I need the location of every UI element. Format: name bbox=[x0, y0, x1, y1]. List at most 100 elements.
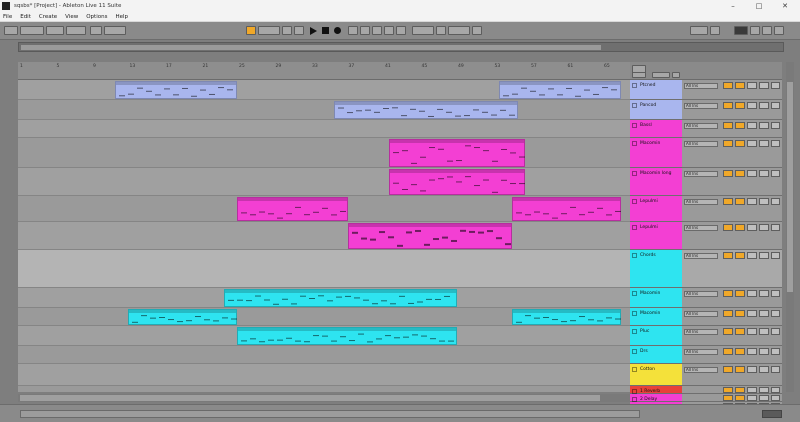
midi-clip[interactable] bbox=[334, 101, 518, 119]
solo-button[interactable] bbox=[747, 395, 757, 401]
midi-clip[interactable] bbox=[128, 309, 237, 325]
track-input-select[interactable]: All Ins bbox=[684, 83, 718, 89]
volume-field[interactable] bbox=[723, 82, 733, 89]
track-activator-button[interactable] bbox=[735, 170, 745, 177]
track-activator-button[interactable] bbox=[735, 310, 745, 317]
solo-button[interactable] bbox=[747, 140, 757, 147]
track-header[interactable]: Lepulmi All Ins bbox=[630, 222, 782, 250]
arm-button[interactable] bbox=[759, 122, 769, 129]
track-fold-icon[interactable] bbox=[632, 225, 637, 230]
track-activator-button[interactable] bbox=[735, 198, 745, 205]
monitor-button[interactable] bbox=[771, 366, 780, 373]
track-name[interactable]: Pluc bbox=[630, 326, 682, 345]
horizontal-scroll-thumb[interactable] bbox=[20, 395, 600, 401]
solo-button[interactable] bbox=[747, 310, 757, 317]
track-input-select[interactable]: All Ins bbox=[684, 349, 718, 355]
track-header[interactable]: Pancod All Ins bbox=[630, 100, 782, 120]
monitor-button[interactable] bbox=[771, 252, 780, 259]
track-name[interactable]: Macomin bbox=[630, 288, 682, 307]
track-name[interactable]: 2 Delay bbox=[630, 394, 682, 402]
time-signature-field[interactable] bbox=[46, 26, 64, 35]
track-name[interactable]: Chords bbox=[630, 250, 682, 287]
midi-clip[interactable] bbox=[237, 197, 348, 221]
arm-button[interactable] bbox=[759, 224, 769, 231]
monitor-button[interactable] bbox=[771, 198, 780, 205]
arrangement-position-field[interactable] bbox=[258, 26, 280, 35]
record-icon[interactable] bbox=[334, 27, 341, 34]
track-activator-button[interactable] bbox=[735, 366, 745, 373]
monitor-button[interactable] bbox=[771, 395, 780, 401]
solo-button[interactable] bbox=[747, 82, 757, 89]
track-fold-icon[interactable] bbox=[632, 123, 637, 128]
track-activator-button[interactable] bbox=[735, 224, 745, 231]
track-lane[interactable] bbox=[18, 346, 630, 364]
track-activator-button[interactable] bbox=[735, 122, 745, 129]
track-header[interactable]: Ptcned All Ins bbox=[630, 80, 782, 100]
arm-button[interactable] bbox=[759, 82, 769, 89]
menu-file[interactable]: File bbox=[3, 14, 12, 20]
track-input-select[interactable]: All Ins bbox=[684, 367, 718, 373]
track-name[interactable]: Drs bbox=[630, 346, 682, 363]
midi-clip[interactable] bbox=[115, 81, 237, 99]
track-input-select[interactable]: All Ins bbox=[684, 253, 718, 259]
re-enable-automation-button[interactable] bbox=[372, 26, 382, 35]
track-lane[interactable] bbox=[18, 168, 630, 196]
arrangement-position-button[interactable] bbox=[246, 26, 256, 35]
menu-edit[interactable]: Edit bbox=[20, 14, 31, 20]
midi-clip[interactable] bbox=[224, 289, 457, 307]
track-lane[interactable] bbox=[18, 222, 630, 250]
track-fold-icon[interactable] bbox=[632, 83, 637, 88]
track-activator-button[interactable] bbox=[735, 252, 745, 259]
arm-button[interactable] bbox=[759, 348, 769, 355]
volume-field[interactable] bbox=[723, 198, 733, 205]
volume-field[interactable] bbox=[723, 102, 733, 109]
solo-button[interactable] bbox=[747, 348, 757, 355]
device-view-toggle[interactable] bbox=[762, 410, 782, 418]
menu-create[interactable]: Create bbox=[39, 14, 57, 20]
track-name[interactable]: Lepulmi bbox=[630, 222, 682, 249]
track-header[interactable]: Cotton All Ins bbox=[630, 364, 782, 386]
monitor-button[interactable] bbox=[771, 348, 780, 355]
track-name[interactable]: 1 Reverb bbox=[630, 386, 682, 394]
volume-field[interactable] bbox=[723, 310, 733, 317]
track-name[interactable]: Macomin bbox=[630, 138, 682, 167]
solo-button[interactable] bbox=[747, 252, 757, 259]
track-name[interactable]: Macomin long bbox=[630, 168, 682, 195]
loop-length-field[interactable] bbox=[448, 26, 470, 35]
track-name[interactable]: Pancod bbox=[630, 100, 682, 119]
track-name[interactable]: Cotton bbox=[630, 364, 682, 385]
track-lane[interactable] bbox=[18, 386, 630, 392]
draw-mode-button[interactable] bbox=[472, 26, 482, 35]
track-name[interactable]: Bassl bbox=[630, 120, 682, 137]
horizontal-scrollbar[interactable] bbox=[18, 394, 630, 402]
track-fold-icon[interactable] bbox=[632, 141, 637, 146]
track-activator-button[interactable] bbox=[735, 102, 745, 109]
monitor-button[interactable] bbox=[771, 170, 780, 177]
track-fold-icon[interactable] bbox=[632, 367, 637, 372]
volume-field[interactable] bbox=[723, 366, 733, 373]
track-fold-button[interactable] bbox=[632, 72, 646, 78]
track-input-select[interactable]: All Ins bbox=[684, 225, 718, 231]
monitor-button[interactable] bbox=[771, 102, 780, 109]
monitor-button[interactable] bbox=[771, 290, 780, 297]
beat-time-ruler[interactable]: 1 5 9 13 17 21 25 29 33 37 41 45 49 53 57 61 65 bbox=[18, 62, 630, 80]
track-header[interactable]: Bassl All Ins bbox=[630, 120, 782, 138]
arm-button[interactable] bbox=[759, 140, 769, 147]
midi-clip[interactable] bbox=[499, 81, 621, 99]
monitor-button[interactable] bbox=[771, 82, 780, 89]
track-input-select[interactable]: All Ins bbox=[684, 171, 718, 177]
arm-button[interactable] bbox=[759, 310, 769, 317]
track-header[interactable]: Macomin All Ins bbox=[630, 288, 782, 308]
track-header[interactable]: Macomin All Ins bbox=[630, 138, 782, 168]
arm-button[interactable] bbox=[759, 366, 769, 373]
loop-button[interactable] bbox=[436, 26, 446, 35]
arm-button[interactable] bbox=[759, 252, 769, 259]
track-header[interactable]: Macomin long All Ins bbox=[630, 168, 782, 196]
track-activator-button[interactable] bbox=[735, 290, 745, 297]
volume-field[interactable] bbox=[723, 224, 733, 231]
track-lane[interactable] bbox=[18, 100, 630, 120]
monitor-button[interactable] bbox=[771, 328, 780, 335]
track-header[interactable]: 1 Reverb bbox=[630, 386, 782, 394]
volume-field[interactable] bbox=[723, 170, 733, 177]
solo-button[interactable] bbox=[747, 170, 757, 177]
